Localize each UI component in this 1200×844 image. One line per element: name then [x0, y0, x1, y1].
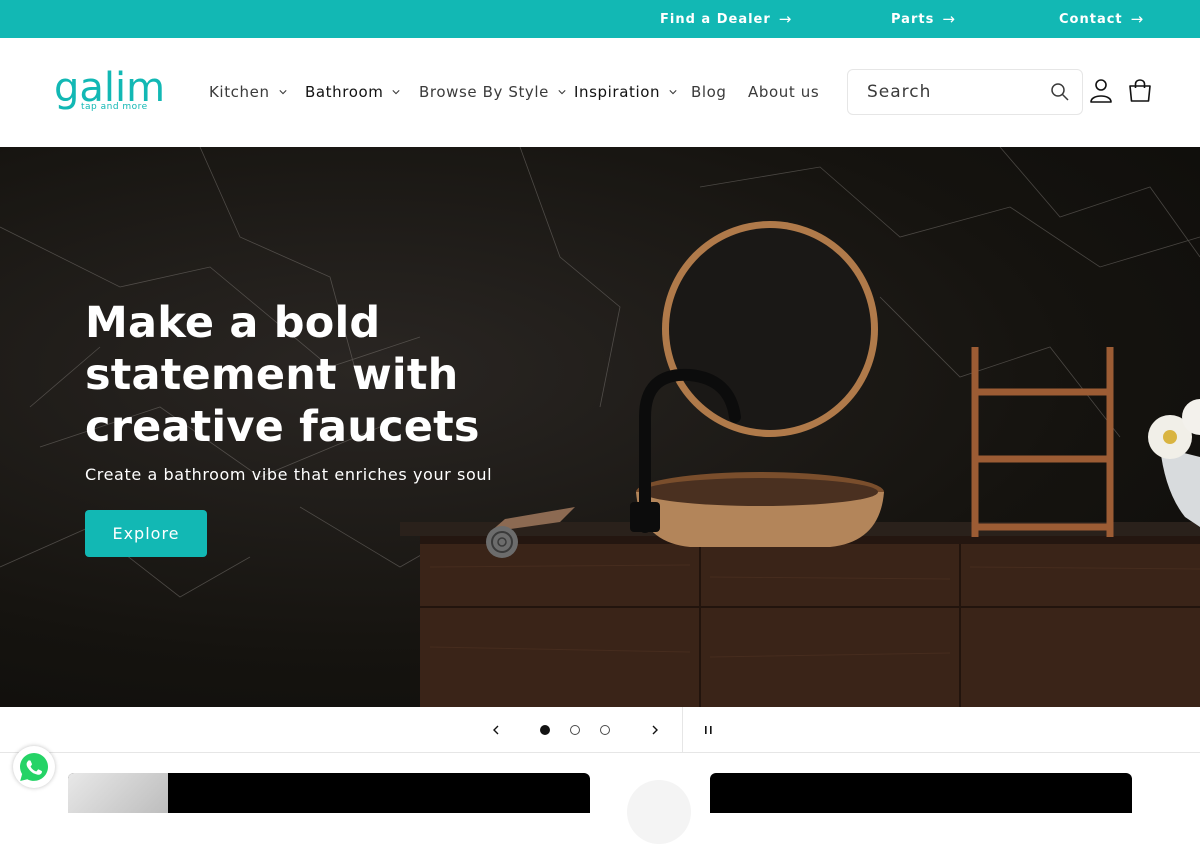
- nav-item-blog[interactable]: Blog: [691, 81, 727, 103]
- nav-label: Inspiration: [574, 83, 661, 101]
- hero-title-line: creative faucets: [85, 402, 480, 452]
- whatsapp-icon: [20, 753, 48, 781]
- search-icon[interactable]: [1050, 82, 1070, 102]
- search-box: [847, 69, 1083, 115]
- hero-subtitle: Create a bathroom vibe that enriches you…: [85, 465, 493, 484]
- hero-text-block: Make a bold statement with creative fauc…: [85, 297, 545, 484]
- nav-item-inspiration[interactable]: Inspiration: [574, 81, 677, 103]
- slide-dot-1[interactable]: [540, 725, 550, 735]
- hero-title-line: statement with: [85, 350, 459, 400]
- nav-item-bathroom[interactable]: Bathroom: [305, 81, 401, 103]
- cart-icon[interactable]: [1127, 78, 1153, 104]
- parts-label: Parts: [891, 11, 935, 27]
- feature-card[interactable]: [710, 773, 1132, 813]
- explore-button[interactable]: Explore: [85, 510, 207, 557]
- arrow-right-icon: →: [942, 10, 955, 28]
- nav-label: Browse By Style: [419, 83, 549, 101]
- hero-banner: Make a bold statement with creative fauc…: [0, 147, 1200, 707]
- feature-avatar: [627, 780, 691, 844]
- announcement-bar: Find a Dealer → Parts → Contact →: [0, 0, 1200, 38]
- contact-label: Contact: [1059, 11, 1123, 27]
- nav-label: Bathroom: [305, 83, 384, 101]
- hero-title: Make a bold statement with creative fauc…: [85, 297, 545, 453]
- arrow-right-icon: →: [1130, 10, 1144, 28]
- logo-tagline: tap and more: [81, 102, 148, 112]
- chevron-down-icon: [669, 90, 677, 95]
- contact-link[interactable]: Contact →: [1059, 0, 1143, 38]
- chevron-down-icon: [558, 90, 566, 95]
- nav-item-browse-by-style[interactable]: Browse By Style: [419, 81, 566, 103]
- site-header: galim tap and more Kitchen Bathroom Brow…: [0, 38, 1200, 147]
- chevron-left-icon[interactable]: [486, 720, 506, 740]
- account-icon[interactable]: [1089, 78, 1113, 104]
- slideshow-controls: [0, 707, 1200, 753]
- nav-label: Blog: [691, 83, 727, 101]
- nav-item-kitchen[interactable]: Kitchen: [209, 81, 287, 103]
- nav-item-about-us[interactable]: About us: [748, 81, 819, 103]
- controls-divider: [682, 707, 683, 753]
- pause-icon[interactable]: [700, 721, 718, 739]
- galim-logo[interactable]: galim tap and more: [54, 68, 169, 114]
- feature-card[interactable]: [68, 773, 590, 813]
- find-a-dealer-label: Find a Dealer: [660, 11, 771, 27]
- slide-dot-2[interactable]: [570, 725, 580, 735]
- nav-label: About us: [748, 83, 820, 101]
- hero-title-line: Make a bold: [85, 298, 381, 348]
- feature-card-image: [68, 773, 168, 813]
- parts-link[interactable]: Parts →: [891, 0, 955, 38]
- chevron-down-icon: [278, 90, 287, 95]
- nav-label: Kitchen: [209, 83, 270, 101]
- arrow-right-icon: →: [778, 10, 792, 28]
- chevron-down-icon: [392, 90, 401, 95]
- chevron-right-icon[interactable]: [645, 720, 665, 740]
- find-a-dealer-link[interactable]: Find a Dealer →: [660, 0, 791, 38]
- slide-dot-3[interactable]: [600, 725, 610, 735]
- whatsapp-button[interactable]: [13, 746, 55, 788]
- search-input[interactable]: [867, 82, 1047, 102]
